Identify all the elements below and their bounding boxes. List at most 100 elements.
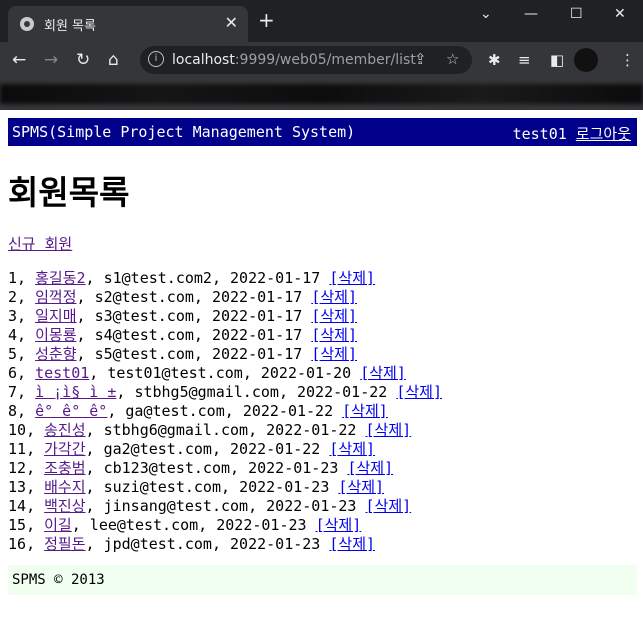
member-email: s4@test.com: [94, 326, 194, 344]
member-date: 2022-01-22: [242, 402, 334, 420]
member-date: 2022-01-22: [266, 421, 357, 439]
member-email: s1@test.com2: [103, 269, 212, 287]
new-member-link[interactable]: 신규 회원: [8, 233, 72, 254]
new-tab-icon[interactable]: +: [258, 10, 275, 30]
member-row: 14, 백진상, jinsang@test.com, 2022-01-23 [삭…: [8, 497, 412, 515]
member-name-link[interactable]: 송진성: [44, 421, 85, 439]
home-icon[interactable]: ⌂: [108, 50, 119, 70]
delete-member-link[interactable]: [삭제]: [329, 269, 375, 287]
close-tab-icon[interactable]: ✕: [225, 13, 238, 32]
member-no: 2: [8, 288, 18, 306]
browser-tab[interactable]: 회원 목록 ✕: [8, 6, 248, 42]
member-no: 6: [8, 364, 18, 382]
member-no: 5: [8, 345, 18, 363]
member-email: s5@test.com: [94, 345, 194, 363]
delete-member-link[interactable]: [삭제]: [311, 345, 357, 363]
member-no: 14: [8, 497, 27, 515]
member-name-link[interactable]: 조충범: [44, 459, 85, 477]
member-email: stbhg6@gmail.com: [103, 421, 249, 439]
member-name-link[interactable]: 임꺽정: [35, 288, 76, 306]
delete-member-link[interactable]: [삭제]: [360, 364, 406, 382]
member-name-link[interactable]: 일지매: [35, 307, 76, 325]
member-row: 3, 일지매, s3@test.com, 2022-01-17 [삭제]: [8, 307, 357, 325]
member-date: 2022-01-20: [260, 364, 352, 382]
member-row: 12, 조충범, cb123@test.com, 2022-01-23 [삭제]: [8, 459, 394, 477]
forward-icon[interactable]: →: [44, 50, 58, 70]
member-name-link[interactable]: 정필돈: [44, 535, 85, 553]
back-icon[interactable]: ←: [12, 50, 26, 70]
delete-member-link[interactable]: [삭제]: [311, 307, 357, 325]
member-no: 1: [8, 269, 18, 287]
site-info-icon[interactable]: i: [148, 51, 164, 67]
member-email: jpd@test.com: [103, 535, 212, 553]
current-user: test01: [512, 125, 567, 143]
window-close-icon[interactable]: ✕: [614, 6, 626, 22]
site-brand: SPMS(Simple Project Management System): [12, 123, 356, 141]
member-no: 11: [8, 440, 27, 458]
member-name-link[interactable]: 이길: [44, 516, 72, 534]
member-row: 5, 성춘향, s5@test.com, 2022-01-17 [삭제]: [8, 345, 357, 363]
member-date: 2022-01-17: [211, 326, 303, 344]
member-no: 13: [8, 478, 27, 496]
member-date: 2022-01-23: [216, 516, 307, 534]
member-date: 2022-01-17: [211, 345, 303, 363]
delete-member-link[interactable]: [삭제]: [342, 402, 388, 420]
member-row: 1, 홍길동2, s1@test.com2, 2022-01-17 [삭제]: [8, 269, 376, 287]
member-name-link[interactable]: ê° ê° ê°: [35, 402, 107, 420]
delete-member-link[interactable]: [삭제]: [329, 535, 375, 553]
member-name-link[interactable]: 성춘향: [35, 345, 76, 363]
delete-member-link[interactable]: [삭제]: [396, 383, 442, 401]
extensions-icon[interactable]: ✱: [488, 50, 501, 70]
member-row: 11, 가각간, ga2@test.com, 2022-01-22 [삭제]: [8, 440, 376, 458]
member-row: 2, 임꺽정, s2@test.com, 2022-01-17 [삭제]: [8, 288, 357, 306]
bookmark-star-icon[interactable]: ☆: [446, 50, 459, 68]
delete-member-link[interactable]: [삭제]: [338, 478, 384, 496]
member-no: 16: [8, 535, 27, 553]
delete-member-link[interactable]: [삭제]: [311, 288, 357, 306]
member-no: 10: [8, 421, 27, 439]
member-date: 2022-01-17: [211, 288, 303, 306]
member-email: stbhg5@gmail.com: [134, 383, 279, 401]
share-icon[interactable]: ⇪: [414, 50, 427, 68]
tab-search-icon[interactable]: ⌄: [480, 6, 492, 22]
member-name-link[interactable]: 이몽룡: [35, 326, 76, 344]
site-footer: SPMS © 2013: [8, 565, 637, 595]
maximize-icon[interactable]: ☐: [570, 6, 583, 22]
minimize-icon[interactable]: —: [524, 6, 538, 22]
delete-member-link[interactable]: [삭제]: [316, 516, 362, 534]
member-no: 7: [8, 383, 18, 401]
reload-icon[interactable]: ↻: [76, 50, 90, 70]
side-panel-icon[interactable]: ◧: [550, 50, 564, 70]
member-name-link[interactable]: 가각간: [44, 440, 85, 458]
browser-toolbar: ← → ↻ ⌂ i localhost:9999/web05/member/li…: [0, 42, 643, 78]
delete-member-link[interactable]: [삭제]: [347, 459, 393, 477]
media-controls-icon[interactable]: ≡: [518, 50, 531, 70]
member-row: 10, 송진성, stbhg6@gmail.com, 2022-01-22 [삭…: [8, 421, 412, 439]
member-name-link[interactable]: 홍길동2: [35, 269, 85, 287]
member-date: 2022-01-23: [266, 497, 357, 515]
member-no: 12: [8, 459, 27, 477]
member-email: cb123@test.com: [103, 459, 231, 477]
logout-link[interactable]: 로그아웃: [576, 125, 631, 143]
delete-member-link[interactable]: [삭제]: [366, 497, 412, 515]
page-title: 회원목록: [8, 173, 130, 212]
delete-member-link[interactable]: [삭제]: [311, 326, 357, 344]
member-row: 8, ê° ê° ê°, ga@test.com, 2022-01-22 [삭제…: [8, 402, 388, 420]
profile-avatar[interactable]: [574, 48, 598, 72]
member-name-link[interactable]: test01: [35, 364, 89, 382]
member-date: 2022-01-17: [230, 269, 321, 287]
menu-icon[interactable]: ⋮: [620, 50, 635, 70]
member-email: jinsang@test.com: [103, 497, 249, 515]
member-row: 15, 이길, lee@test.com, 2022-01-23 [삭제]: [8, 516, 362, 534]
member-date: 2022-01-23: [230, 535, 321, 553]
member-name-link[interactable]: ì ¡ì§ ì ±: [35, 383, 116, 401]
member-date: 2022-01-22: [230, 440, 321, 458]
member-name-link[interactable]: 백진상: [44, 497, 85, 515]
delete-member-link[interactable]: [삭제]: [366, 421, 412, 439]
member-no: 8: [8, 402, 18, 420]
browser-tab-strip: 회원 목록 ✕ + ⌄ — ☐ ✕: [0, 0, 643, 42]
member-name-link[interactable]: 배수지: [44, 478, 85, 496]
delete-member-link[interactable]: [삭제]: [329, 440, 375, 458]
address-bar[interactable]: i localhost:9999/web05/member/list ⇪ ☆: [140, 46, 472, 74]
member-email: ga2@test.com: [103, 440, 212, 458]
